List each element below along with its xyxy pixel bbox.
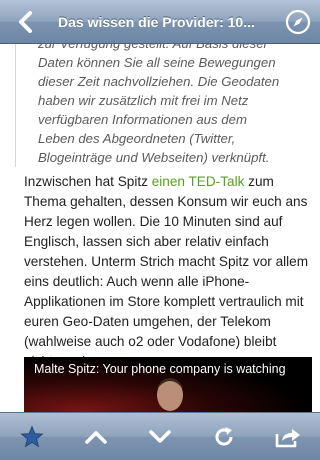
paragraph-text-end: zum Thema gehalten, dessen Konsum wir eu… xyxy=(24,174,309,369)
back-arrow-icon xyxy=(19,11,32,33)
quote-line: verfügbaren Informationen aus dem xyxy=(38,112,247,127)
arrow-down-icon xyxy=(149,429,171,443)
article-content[interactable]: zur Verfügung gestellt. Auf Basis dieser… xyxy=(0,44,320,412)
video-title: Malte Spitz: Your phone company is watch… xyxy=(34,362,286,376)
page-title: Das wissen die Provider: 10... xyxy=(58,14,255,30)
favorite-button[interactable] xyxy=(12,417,52,457)
paragraph-text-start: Inzwischen hat Spitz xyxy=(24,174,152,189)
star-icon xyxy=(20,424,44,447)
next-article-button[interactable] xyxy=(140,417,180,457)
quote-line: dieser Zeit nachvollziehen. Die Geodaten xyxy=(38,74,280,89)
quote-line: zur Verfügung gestellt. Auf Basis dieser xyxy=(38,44,313,53)
article-paragraph: Inzwischen hat Spitz einen TED-Talk zum … xyxy=(24,172,312,372)
blockquote: zur Verfügung gestellt. Auf Basis dieser… xyxy=(15,44,313,167)
ted-talk-link[interactable]: einen TED-Talk xyxy=(152,174,245,189)
video-embed[interactable]: Malte Spitz: Your phone company is watch… xyxy=(24,357,312,412)
navigation-bar: Das wissen die Provider: 10... xyxy=(0,0,320,44)
compass-button[interactable] xyxy=(284,8,312,36)
quote-line: haben wir zusätzlich mit frei im Netz xyxy=(38,93,249,108)
share-button[interactable] xyxy=(268,417,308,457)
arrow-up-icon xyxy=(85,430,107,444)
compass-icon xyxy=(285,9,311,35)
quote-line: Blogeinträge und Webseiten) verknüpft. xyxy=(38,150,270,165)
back-button[interactable] xyxy=(8,7,44,37)
refresh-icon xyxy=(215,426,233,445)
speaker-thumbnail xyxy=(157,378,183,412)
quote-line: Leben des Abgeordneten (Twitter, xyxy=(38,131,236,146)
share-icon xyxy=(275,428,300,447)
bottom-toolbar xyxy=(0,412,320,460)
quote-line: Daten können Sie all seine Bewegungen xyxy=(38,55,276,70)
refresh-button[interactable] xyxy=(204,417,244,457)
previous-article-button[interactable] xyxy=(76,417,116,457)
